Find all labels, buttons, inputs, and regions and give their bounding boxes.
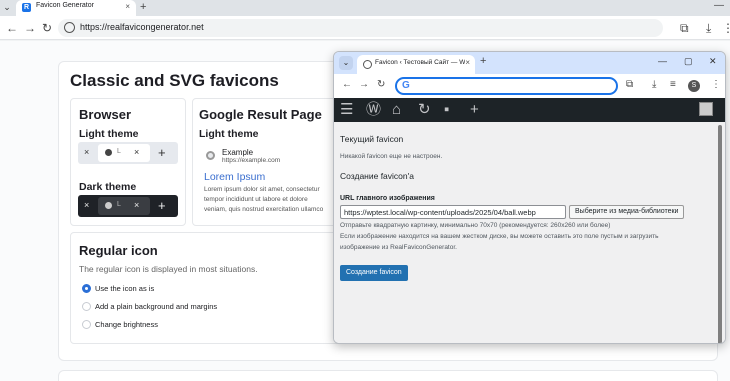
- new-tab-button[interactable]: +: [480, 55, 486, 67]
- snippet-line: Lorem ipsum dolor sit amet, consectetur: [204, 186, 320, 193]
- forward-arrow-icon[interactable]: →: [24, 20, 36, 36]
- download-icon[interactable]: ⤓: [652, 79, 656, 90]
- browser-light-theme-label: Light theme: [79, 128, 139, 140]
- tab-search-icon[interactable]: ⌄: [339, 56, 353, 70]
- no-favicon-text: Никакой favicon еще не настроен.: [340, 153, 443, 160]
- tab-favicon-generator[interactable]: R Favicon Generator ×: [16, 0, 136, 16]
- tab-title: Favicon ‹ Тестовый Сайт — WordPress: [375, 59, 465, 66]
- wp-admin-bar: ☰ Ⓦ ⌂ ↻ ▪ +: [334, 98, 725, 122]
- user-avatar[interactable]: [699, 102, 713, 116]
- download-icon[interactable]: ⤓: [706, 20, 711, 36]
- new-content-icon[interactable]: +: [470, 101, 479, 119]
- back-toolbar: ← → ↻ https://realfavicongenerator.net ⧉…: [0, 16, 730, 40]
- regular-icon-heading: Regular icon: [79, 243, 158, 258]
- regular-icon-description: The regular icon is displayed in most si…: [79, 264, 258, 274]
- close-icon: ×: [134, 200, 140, 210]
- extensions-icon[interactable]: ⧉: [626, 79, 633, 90]
- image-url-value: https://wptest.local/wp-content/uploads/…: [344, 208, 536, 217]
- create-favicon-button[interactable]: Создание favicon: [340, 265, 408, 281]
- snippet-line: tempor incididunt ut labore et dolore: [204, 196, 308, 203]
- media-controls-icon[interactable]: ≡: [670, 79, 676, 90]
- image-url-label: URL главного изображения: [340, 195, 435, 202]
- address-url: https://realfavicongenerator.net: [80, 22, 204, 32]
- media-library-button[interactable]: Выберите из медиа-библиотеки: [569, 205, 685, 219]
- site-info-icon[interactable]: [64, 22, 75, 33]
- new-tab-button[interactable]: +: [140, 0, 146, 14]
- wordpress-browser-window: ⌄ Favicon ‹ Тестовый Сайт — WordPress × …: [333, 51, 726, 344]
- radio-label[interactable]: Change brightness: [95, 320, 158, 329]
- favicon-generator-logo-icon: R: [22, 3, 31, 12]
- back-arrow-icon[interactable]: ←: [6, 20, 18, 36]
- tab-close-icon[interactable]: ×: [465, 58, 470, 67]
- ball-favicon-icon: [105, 149, 112, 156]
- next-card: [58, 370, 718, 381]
- result-site-url: https://example.com: [222, 157, 281, 164]
- reload-icon[interactable]: ↻: [377, 79, 385, 90]
- hint-text: изображение из RealFaviconGenerator.: [340, 244, 457, 251]
- front-toolbar: ← → ↻ G ⧉ ⤓ ≡ S ⋮: [334, 74, 725, 98]
- close-icon: ×: [84, 147, 90, 157]
- globe-icon: [363, 60, 372, 69]
- front-tab-strip: ⌄ Favicon ‹ Тестовый Сайт — WordPress × …: [334, 52, 725, 74]
- hint-text: Отправьте квадратную картинку, минимальн…: [340, 222, 611, 229]
- current-favicon-heading: Текущий favicon: [340, 134, 404, 144]
- tab-title: Favicon Generator: [36, 2, 94, 9]
- result-snippet: Lorem ipsum dolor sit amet, consectetur …: [204, 185, 336, 215]
- plus-icon: +: [158, 198, 166, 213]
- menu-toggle-icon[interactable]: ☰: [340, 101, 353, 119]
- ball-favicon-icon: [105, 202, 112, 209]
- comments-icon[interactable]: ▪: [444, 101, 449, 119]
- tab-search-icon[interactable]: ⌄: [0, 0, 14, 14]
- reload-icon[interactable]: ↻: [42, 20, 52, 36]
- image-url-input[interactable]: https://wptest.local/wp-content/uploads/…: [340, 205, 566, 219]
- tab-wordpress-favicon[interactable]: Favicon ‹ Тестовый Сайт — WordPress ×: [357, 55, 475, 74]
- snippet-line: veniam, quis nostrud exercitation ullamc…: [204, 206, 324, 213]
- create-favicon-heading: Создание favicon'a: [340, 171, 414, 181]
- back-arrow-icon[interactable]: ←: [342, 79, 352, 90]
- google-light-theme-label: Light theme: [199, 128, 259, 140]
- menu-icon[interactable]: ⋮: [722, 20, 730, 36]
- preview-tab-label: L: [117, 201, 121, 208]
- maximize-icon[interactable]: ▢: [684, 56, 693, 67]
- radio-plain-background[interactable]: [82, 302, 91, 311]
- browser-heading: Browser: [79, 107, 132, 122]
- minimize-button[interactable]: —: [714, 0, 724, 11]
- radio-label[interactable]: Add a plain background and margins: [95, 302, 217, 311]
- radio-use-as-is[interactable]: [82, 284, 91, 293]
- close-window-icon[interactable]: ✕: [709, 56, 717, 67]
- hint-text: Если изображение находится на вашем жест…: [340, 233, 659, 240]
- result-site-name: Example: [222, 148, 254, 157]
- tab-close-icon[interactable]: ×: [125, 2, 130, 11]
- updates-icon[interactable]: ↻: [418, 101, 431, 119]
- close-icon: ×: [84, 200, 90, 210]
- extensions-icon[interactable]: ⧉: [680, 20, 689, 36]
- google-g-icon: G: [402, 80, 410, 91]
- google-heading: Google Result Page: [199, 107, 322, 122]
- radio-label[interactable]: Use the icon as is: [95, 284, 154, 293]
- menu-icon[interactable]: ⋮: [711, 79, 721, 90]
- home-icon[interactable]: ⌂: [392, 101, 401, 119]
- profile-avatar[interactable]: S: [688, 80, 700, 92]
- back-tab-strip: ⌄ R Favicon Generator × + —: [0, 0, 730, 16]
- forward-arrow-icon[interactable]: →: [359, 79, 369, 90]
- close-icon: ×: [134, 147, 140, 157]
- plus-icon: +: [158, 145, 166, 160]
- result-link: Lorem Ipsum: [204, 171, 266, 183]
- scrollbar[interactable]: [718, 125, 722, 343]
- browser-dark-theme-label: Dark theme: [79, 181, 137, 193]
- minimize-icon[interactable]: —: [658, 56, 667, 66]
- radio-change-brightness[interactable]: [82, 320, 91, 329]
- wordpress-logo-icon[interactable]: Ⓦ: [366, 101, 381, 119]
- page-title: Classic and SVG favicons: [70, 71, 279, 90]
- address-bar[interactable]: G: [395, 77, 618, 95]
- dark-tab-preview: × L × +: [78, 195, 178, 217]
- address-bar[interactable]: https://realfavicongenerator.net: [58, 19, 663, 37]
- preview-tab-label: L: [117, 148, 121, 155]
- light-tab-preview: × L × +: [78, 142, 178, 164]
- ball-favicon-icon: [206, 151, 215, 160]
